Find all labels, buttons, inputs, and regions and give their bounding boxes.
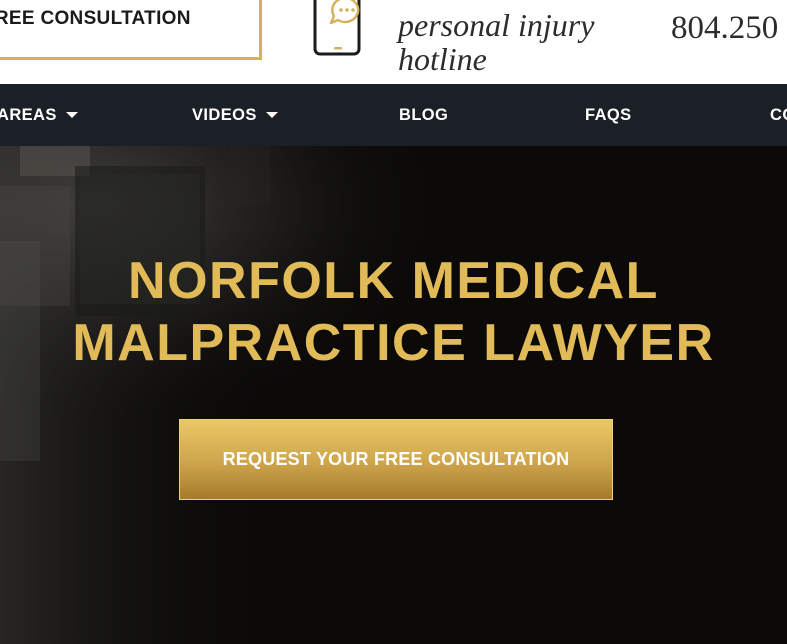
nav-item-label: VIDEOS [192,105,257,124]
hotline-text: personal injury hotline [398,8,638,76]
nav-item-blog[interactable]: BLOG [399,84,448,146]
site-header: FREE CONSULTATION personal injury hotlin… [0,0,787,84]
main-navigation: AREAS VIDEOS BLOG FAQS CO [0,84,787,146]
hotline-line-1: personal injury [398,7,595,43]
nav-item-contact[interactable]: CO [770,84,787,146]
hotline-line-2: hotline [398,41,487,77]
chevron-down-icon [265,112,278,118]
nav-item-videos[interactable]: VIDEOS [192,84,278,146]
request-consultation-button[interactable]: REQUEST YOUR FREE CONSULTATION [179,419,613,500]
free-consultation-label: FREE CONSULTATION [0,8,191,29]
chevron-down-icon [65,112,78,118]
hero-background-image [0,146,787,644]
page-title-line-1: NORFOLK MEDICAL [128,252,659,310]
nav-item-faqs[interactable]: FAQS [585,84,632,146]
phone-chat-icon [313,0,361,56]
page-title: NORFOLK MEDICAL MALPRACTICE LAWYER [0,250,787,374]
nav-item-label: AREAS [0,105,57,124]
nav-item-label: CO [770,105,787,124]
free-consultation-button[interactable]: FREE CONSULTATION [0,0,262,60]
page-title-line-2: MALPRACTICE LAWYER [72,314,715,372]
nav-item-label: FAQS [585,105,632,124]
nav-item-areas[interactable]: AREAS [0,84,78,146]
nav-item-label: BLOG [399,105,449,124]
hero-section: NORFOLK MEDICAL MALPRACTICE LAWYER REQUE… [0,146,787,644]
phone-number-link[interactable]: 804.250 [671,10,778,47]
